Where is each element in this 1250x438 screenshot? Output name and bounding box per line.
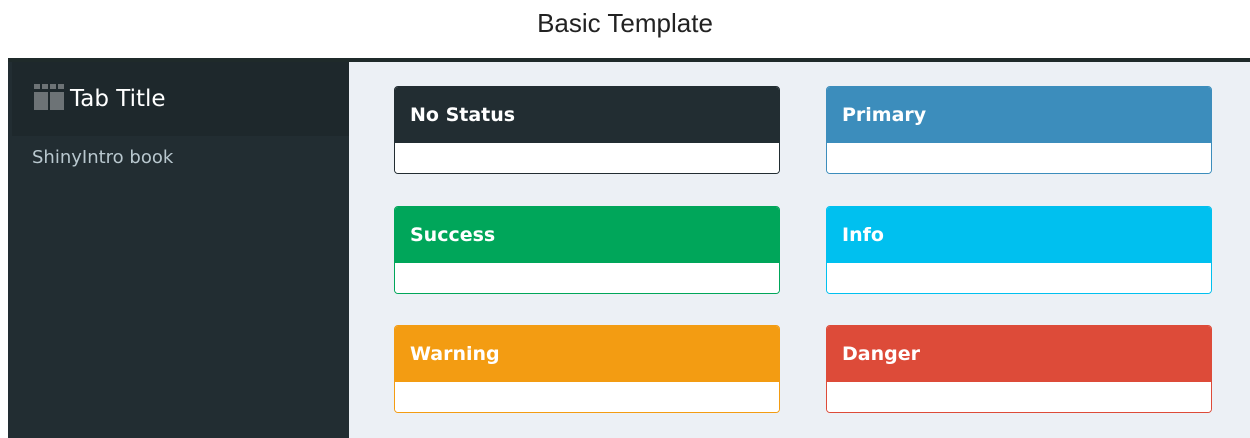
app-title: Tab Title bbox=[70, 86, 166, 112]
app-window: Tab Title ShinyIntro book No Status Prim… bbox=[8, 58, 1250, 438]
box-body bbox=[827, 382, 1211, 412]
dashboard-logo-icon bbox=[34, 84, 64, 110]
box-body bbox=[395, 263, 779, 293]
box-info: Info bbox=[826, 206, 1212, 294]
figure-title: Basic Template bbox=[537, 8, 713, 38]
sidebar-item-shinyintro-book[interactable]: ShinyIntro book bbox=[32, 146, 173, 170]
box-header: Danger bbox=[827, 326, 1211, 382]
box-success: Success bbox=[394, 206, 780, 294]
box-header: Warning bbox=[395, 326, 779, 382]
box-header: No Status bbox=[395, 87, 779, 143]
brand-header: Tab Title bbox=[12, 62, 349, 136]
box-body bbox=[395, 382, 779, 412]
box-header: Primary bbox=[827, 87, 1211, 143]
box-body bbox=[395, 143, 779, 173]
sidebar: Tab Title ShinyIntro book bbox=[8, 62, 349, 438]
box-danger: Danger bbox=[826, 325, 1212, 413]
box-body bbox=[827, 143, 1211, 173]
box-no-status: No Status bbox=[394, 86, 780, 174]
dashboard-body: No Status Primary Success Info Warning D… bbox=[349, 62, 1250, 438]
box-header: Success bbox=[395, 207, 779, 263]
box-primary: Primary bbox=[826, 86, 1212, 174]
box-warning: Warning bbox=[394, 325, 780, 413]
box-header: Info bbox=[827, 207, 1211, 263]
box-body bbox=[827, 263, 1211, 293]
